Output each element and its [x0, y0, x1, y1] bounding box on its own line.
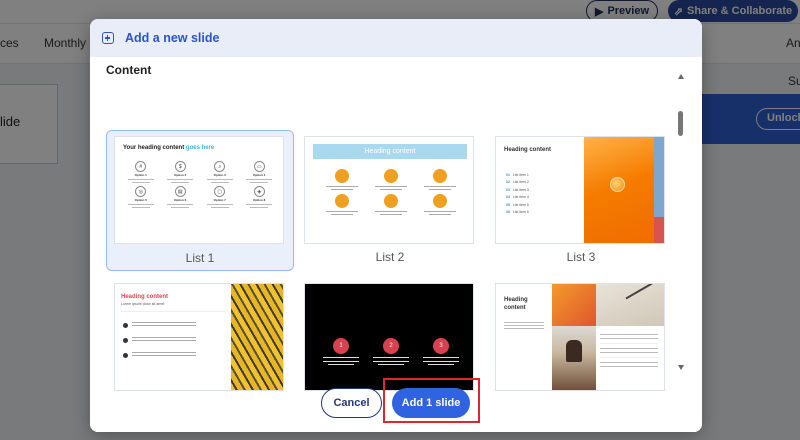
thumb-icon-grid: [317, 169, 465, 215]
thumb-red-strip: [654, 217, 664, 243]
thumb-subtitle: Lorem ipsum dolor sit amet: [121, 302, 165, 306]
share-icon: ⇗: [673, 5, 684, 18]
thumb-writing-image: [596, 284, 664, 326]
chat-icon: [383, 194, 398, 208]
thumb-heading: Heading content: [121, 294, 169, 300]
template-label: List 2: [375, 250, 405, 264]
thumb-option: $ Option 2: [161, 161, 201, 183]
modal-header: Add a new slide: [90, 19, 702, 57]
thumb-heading: Heading content: [504, 147, 552, 153]
thumb-orange-image: [584, 137, 654, 243]
scrollbar-thumb[interactable]: [678, 111, 683, 136]
section-title: Content: [106, 63, 152, 77]
water-drop-image: [610, 177, 625, 192]
chat-icon: ▢: [214, 186, 226, 197]
thumb-blue-strip: [654, 137, 664, 217]
slide-panel-label: lide: [0, 114, 21, 129]
share-label: Share & Collaborate: [687, 5, 793, 17]
gear-icon: [334, 194, 349, 208]
template-thumbnail: Your heading content goes here # Option 1…: [114, 136, 284, 244]
dot-icon: [123, 352, 128, 358]
thumb-deckchairs-image: [231, 284, 283, 390]
window-icon: ▭: [253, 161, 265, 172]
step-number: 3: [433, 338, 449, 354]
template-card-list-1[interactable]: Your heading content goes here # Option 1…: [106, 130, 294, 271]
handshake-icon: [433, 194, 448, 208]
thumb-list-item: 05 List item 5: [506, 202, 529, 207]
ship-icon: [433, 169, 448, 183]
unlock-button[interactable]: Unlock f: [756, 108, 800, 130]
step-number: 2: [383, 338, 399, 354]
thumb-heading: Heading content: [313, 144, 467, 159]
thumb-list: [123, 322, 196, 367]
thumb-list-item: 01 List item 1: [506, 172, 529, 177]
thumb-option: # Option 1: [121, 161, 161, 183]
thumb-option: ▭ Option 4: [240, 161, 280, 183]
play-icon: ▶: [594, 5, 604, 18]
hashtag-icon: #: [135, 161, 147, 172]
highlight-box: [383, 378, 480, 423]
thumb-list-item: 03 List item 3: [506, 187, 529, 192]
thumb-option: ▤ Option 6: [161, 186, 201, 208]
scroll-up-arrow[interactable]: [678, 74, 684, 79]
scroll-down-arrow[interactable]: [678, 365, 684, 370]
thumb-orange-image: [552, 284, 596, 326]
thumb-option: ⌕ Option 3: [200, 161, 240, 183]
thumb-heading: Heading content: [504, 297, 528, 311]
truck-icon: ▤: [174, 186, 186, 197]
rocket-icon: [334, 169, 349, 183]
template-thumbnail: Heading content: [304, 136, 474, 244]
add-slide-icon: [102, 32, 114, 44]
toolbar-item-right[interactable]: An: [786, 36, 800, 50]
template-thumbnail: Heading content 01 List item 1 02 List ite…: [495, 136, 665, 244]
truck-icon: [383, 169, 398, 183]
toolbar-dropdown-left[interactable]: ces: [0, 36, 19, 50]
thumb-heading: Your heading content goes here: [123, 145, 215, 151]
dollar-icon: $: [174, 161, 186, 172]
globe-icon: ◎: [135, 186, 147, 197]
thumb-option: ◈ Option 8: [240, 186, 280, 208]
step-number: 1: [333, 338, 349, 354]
template-thumbnail: 1 2 3: [304, 283, 474, 391]
thumb-list: 01 List item 1 02 List item 2 03 List item …: [506, 171, 529, 216]
cancel-button[interactable]: Cancel: [321, 388, 382, 418]
thumb-option: ◎ Option 5: [121, 186, 161, 208]
shield-icon: ◈: [253, 186, 265, 197]
template-card-list-2[interactable]: Heading content List 2: [296, 130, 484, 271]
preview-label: Preview: [607, 5, 650, 17]
dot-icon: [123, 337, 128, 343]
thumb-list-item: 06 List item 6: [506, 210, 529, 215]
template-label: List 3: [566, 250, 596, 264]
template-thumbnail: Heading content Lorem ipsum dolor sit am…: [114, 283, 284, 391]
search-icon: ⌕: [214, 161, 226, 172]
template-card-list-3[interactable]: Heading content 01 List item 1 02 List ite…: [487, 130, 675, 271]
modal-title: Add a new slide: [125, 31, 220, 45]
thumb-person-image: [552, 326, 596, 390]
dot-icon: [123, 322, 128, 328]
add-slide-modal: Add a new slide Content Your heading con…: [90, 19, 702, 432]
thumb-option-grid: # Option 1 $ Option 2 ⌕ Option 3 ▭ Option 4 …: [121, 161, 279, 208]
right-panel-label: Su: [788, 74, 800, 88]
template-label: List 1: [185, 251, 215, 265]
template-thumbnail: Heading content: [495, 283, 665, 391]
thumb-numbered-steps: 1 2 3: [321, 338, 461, 365]
thumb-list-item: 04 List item 4: [506, 195, 529, 200]
thumb-list-item: 02 List item 2: [506, 180, 529, 185]
thumb-option: ▢ Option 7: [200, 186, 240, 208]
